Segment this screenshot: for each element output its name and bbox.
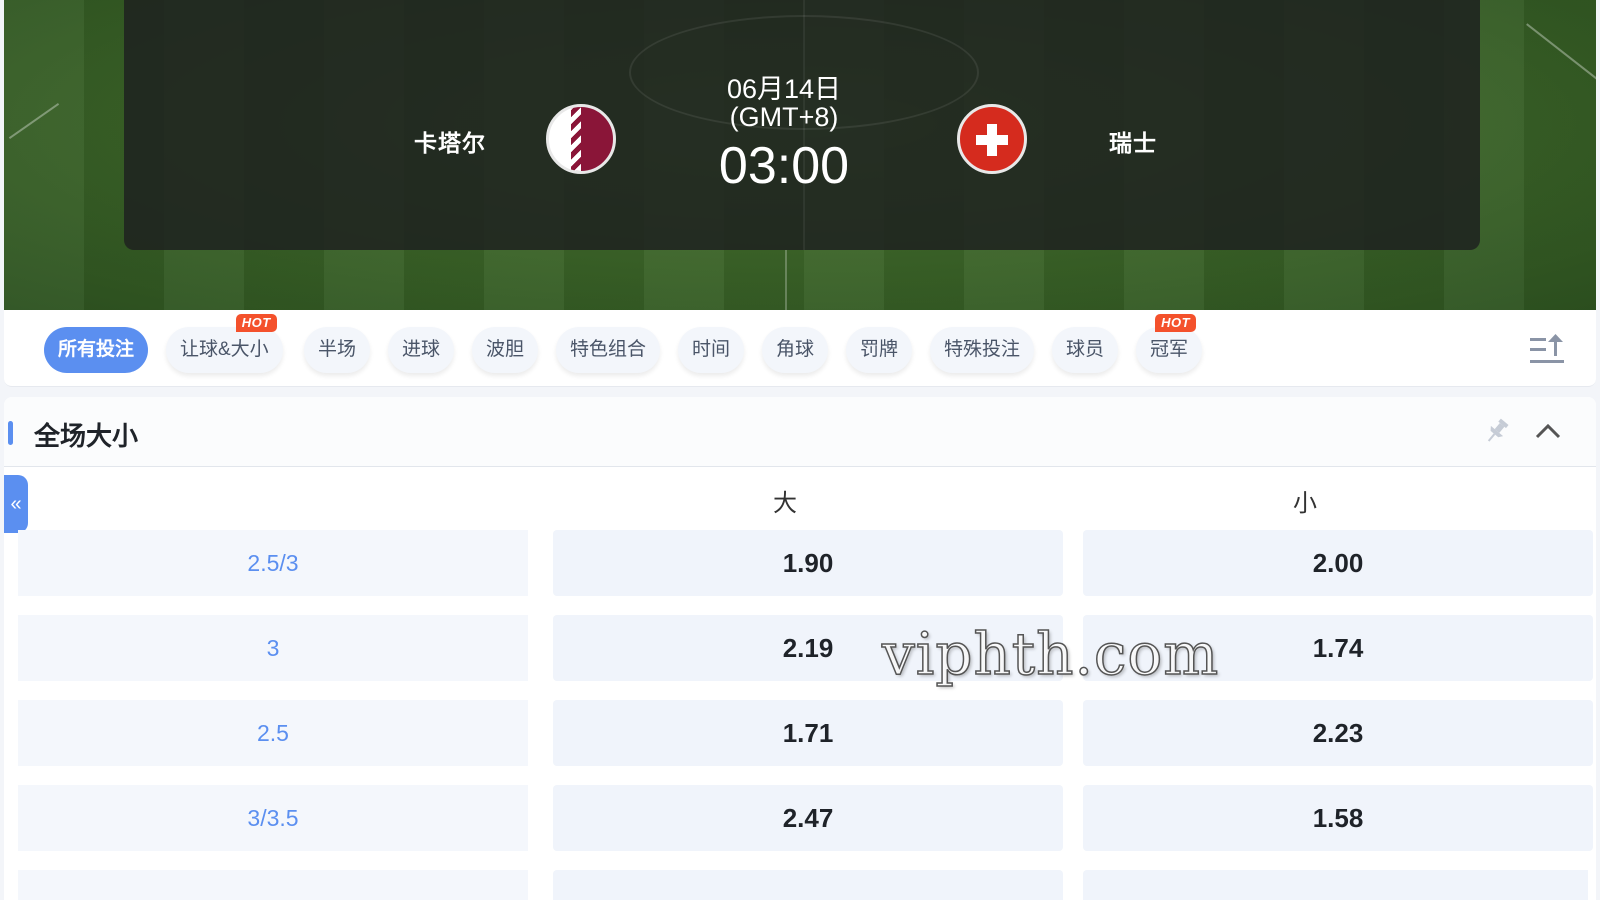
tab-handicap-totals[interactable]: HOT 让球&大小	[166, 314, 283, 373]
handicap-line	[18, 870, 528, 900]
kickoff-time: 03:00	[718, 137, 850, 195]
over-odds-button[interactable]	[553, 870, 1063, 900]
pitch-marking	[8, 102, 60, 140]
site-watermark: viphth.com	[881, 619, 1220, 689]
handicap-line: 2.5	[18, 700, 528, 766]
table-row: 2.5/3 1.90 2.00	[18, 530, 1593, 596]
chevron-up-icon[interactable]	[1534, 419, 1562, 443]
tab-special-combo[interactable]: 特色组合	[556, 327, 661, 373]
table-row-partial	[18, 870, 1588, 900]
pitch-marking	[1526, 23, 1596, 99]
tab-special-bets[interactable]: 特殊投注	[930, 327, 1035, 373]
tab-label: 让球&大小	[180, 339, 269, 360]
market-accent-bar	[8, 421, 13, 445]
match-timezone: (GMT+8)	[729, 102, 839, 132]
market-header[interactable]: 全场大小	[4, 397, 1596, 467]
tab-corners[interactable]: 角球	[762, 327, 829, 373]
tab-players[interactable]: 球员	[1052, 327, 1119, 373]
over-odds-button[interactable]: 1.90	[553, 530, 1063, 596]
side-panel-toggle[interactable]: «	[4, 475, 28, 533]
tab-goals[interactable]: 进球	[388, 327, 455, 373]
tab-label: 罚牌	[860, 339, 899, 360]
tab-label: 特殊投注	[944, 339, 1021, 360]
tab-label: 特色组合	[570, 339, 647, 360]
collapse-all-icon[interactable]	[1530, 334, 1564, 366]
handicap-line: 3	[18, 615, 528, 681]
under-odds-button[interactable]	[1083, 870, 1588, 900]
match-hero: 卡塔尔 06月14日 (GMT+8) 03:00 瑞士	[4, 0, 1596, 310]
tab-label: 冠军	[1150, 339, 1189, 360]
tab-all-bets[interactable]: 所有投注	[44, 327, 149, 373]
tab-champion[interactable]: HOT 冠军	[1136, 314, 1203, 373]
pitch-center-line	[785, 250, 787, 310]
tab-label: 所有投注	[58, 339, 135, 360]
pin-icon[interactable]	[1484, 417, 1510, 445]
handicap-line: 3/3.5	[18, 785, 528, 851]
tab-label: 时间	[692, 339, 731, 360]
tab-label: 波胆	[486, 339, 525, 360]
tab-cards[interactable]: 罚牌	[846, 327, 913, 373]
over-odds-button[interactable]: 1.71	[553, 700, 1063, 766]
table-row: 3 2.19 1.74	[18, 615, 1593, 681]
market-panel: 全场大小 « 大 小 2.5/3 1.90 2.00 3 2.19 1.74 2…	[4, 397, 1596, 900]
tab-label: 球员	[1066, 339, 1105, 360]
column-header-over: 大	[773, 490, 797, 517]
under-odds-button[interactable]: 1.58	[1083, 785, 1593, 851]
home-team-name: 卡塔尔	[414, 130, 486, 156]
tab-label: 半场	[318, 339, 357, 360]
over-odds-button[interactable]: 2.47	[553, 785, 1063, 851]
handicap-line: 2.5/3	[18, 530, 528, 596]
switzerland-flag-icon	[957, 104, 1027, 174]
bet-category-tabs: 所有投注 HOT 让球&大小 半场 进球 波胆 特色组合 时间 角球 罚牌 特殊…	[4, 310, 1596, 387]
table-row: 3/3.5 2.47 1.58	[18, 785, 1593, 851]
tab-label: 进球	[402, 339, 441, 360]
column-header-under: 小	[1293, 490, 1317, 517]
qatar-flag-icon	[546, 104, 616, 174]
tab-label: 角球	[776, 339, 815, 360]
under-odds-button[interactable]: 2.00	[1083, 530, 1593, 596]
tab-correct-score[interactable]: 波胆	[472, 327, 539, 373]
market-title: 全场大小	[34, 421, 139, 451]
hot-badge: HOT	[235, 314, 277, 332]
away-team-name: 瑞士	[1109, 130, 1157, 156]
match-date: 06月14日	[726, 74, 842, 104]
tab-time[interactable]: 时间	[678, 327, 745, 373]
table-row: 2.5 1.71 2.23	[18, 700, 1593, 766]
hot-badge: HOT	[1155, 314, 1197, 332]
scoreboard: 卡塔尔 06月14日 (GMT+8) 03:00 瑞士	[124, 0, 1480, 250]
under-odds-button[interactable]: 2.23	[1083, 700, 1593, 766]
tab-half-time[interactable]: 半场	[304, 327, 371, 373]
